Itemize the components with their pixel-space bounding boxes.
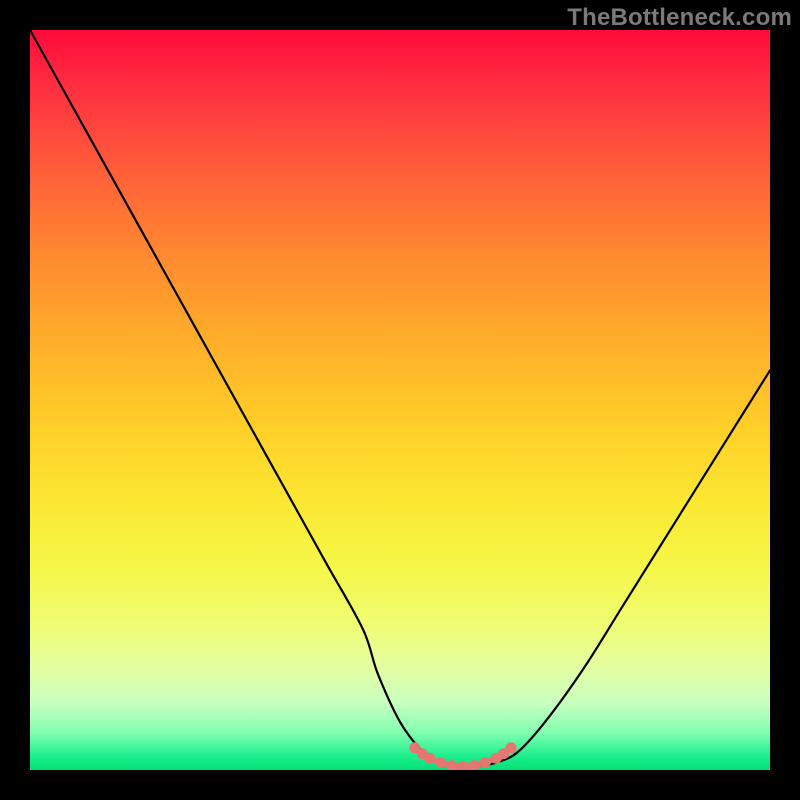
bottom-cluster-dots: [409, 742, 516, 770]
plot-area: [30, 30, 770, 770]
marker-dot: [435, 757, 446, 768]
bottleneck-curve: [30, 30, 770, 767]
marker-dot: [506, 742, 517, 753]
curve-group: [30, 30, 770, 770]
chart-frame: TheBottleneck.com: [0, 0, 800, 800]
watermark-text: TheBottleneck.com: [567, 4, 792, 32]
marker-dot: [457, 761, 468, 770]
marker-dot: [469, 760, 480, 770]
marker-dot: [446, 760, 457, 770]
marker-dot: [424, 753, 435, 764]
marker-dot: [480, 757, 491, 768]
chart-svg: [30, 30, 770, 770]
